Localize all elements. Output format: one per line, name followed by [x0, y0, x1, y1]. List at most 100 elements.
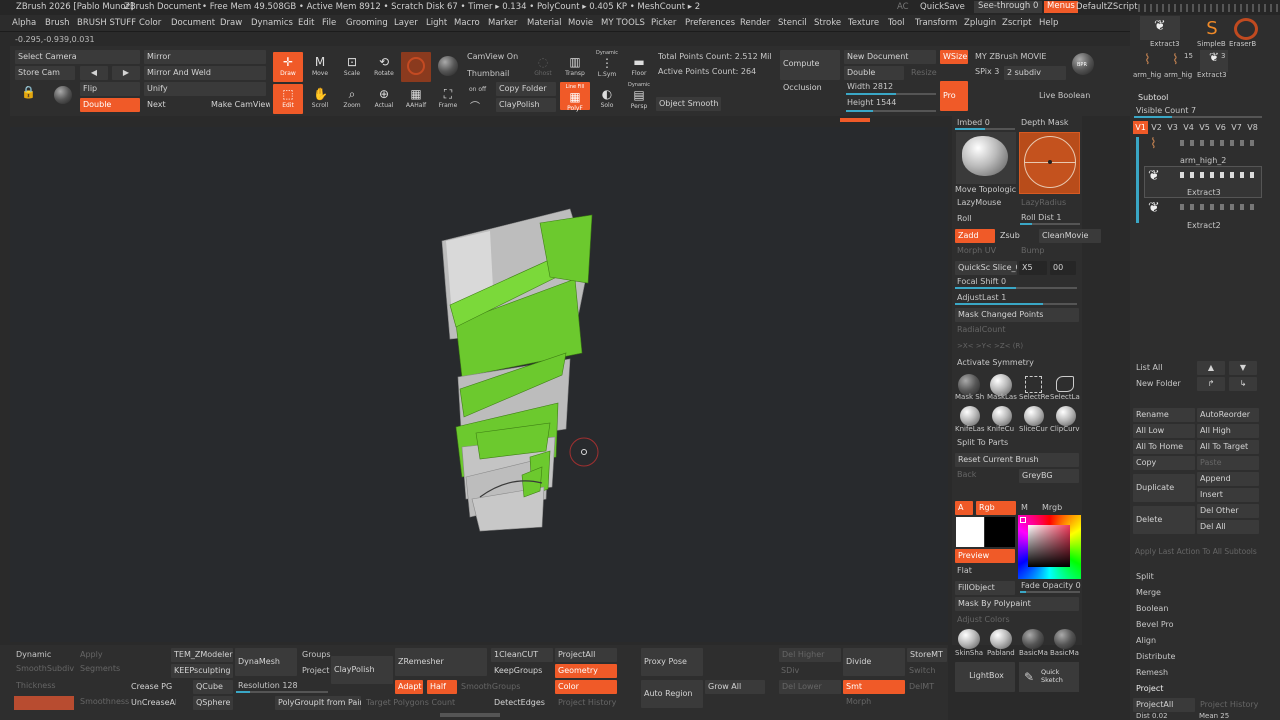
color-picker-square[interactable]: [1028, 525, 1070, 567]
menu-alpha[interactable]: Alpha: [12, 18, 36, 28]
split-section[interactable]: Split: [1136, 572, 1154, 581]
arm-high-icon[interactable]: ⌇: [1144, 52, 1151, 68]
focal-shift-slider-bar[interactable]: [955, 287, 1077, 289]
new-document-button[interactable]: New Document: [844, 50, 936, 64]
del-higher-button[interactable]: Del Higher: [779, 648, 841, 662]
subtool-header[interactable]: Subtool: [1138, 93, 1168, 102]
subtool-scrollbar[interactable]: [1136, 137, 1139, 223]
projectall-button[interactable]: ProjectAll: [1133, 698, 1195, 712]
solo-tool[interactable]: ◐ Solo: [592, 84, 622, 114]
claypolish-button[interactable]: ClayPolish: [496, 98, 556, 112]
alpha-thumbnail[interactable]: [1019, 132, 1080, 194]
lazyradius-slider[interactable]: LazyRadius: [1021, 198, 1066, 207]
camview-on-label[interactable]: CamView On: [467, 52, 518, 61]
project-section[interactable]: Project: [1136, 684, 1163, 693]
menu-brush[interactable]: Brush: [45, 18, 70, 28]
occlusion-button[interactable]: Occlusion: [780, 81, 840, 95]
list-all-button[interactable]: List All: [1136, 363, 1162, 372]
cleanmovie-button[interactable]: CleanMovie: [1039, 229, 1101, 243]
grow-all-button[interactable]: Grow All: [705, 680, 765, 694]
adjustlast-slider-bar[interactable]: [955, 303, 1077, 305]
remesh-section[interactable]: Remesh: [1136, 668, 1168, 677]
default-zscript[interactable]: DefaultZScript: [1076, 2, 1138, 12]
claypolish-bottom-button[interactable]: ClayPolish: [331, 656, 393, 684]
mask-by-polypaint-button[interactable]: Mask By Polypaint: [955, 597, 1079, 611]
version-tab-v5[interactable]: V5: [1197, 121, 1212, 134]
version-tab-v7[interactable]: V7: [1229, 121, 1244, 134]
preview-button[interactable]: Preview: [955, 549, 1015, 563]
prev-camera-button[interactable]: ◀: [80, 66, 108, 80]
menu-document[interactable]: Document: [171, 18, 215, 28]
arm-high2-icon[interactable]: ⌇: [1172, 52, 1179, 68]
move-tool[interactable]: M Move: [305, 52, 335, 82]
unify-button[interactable]: Unify: [144, 82, 266, 96]
mrgb-toggle[interactable]: Mrgb: [1042, 503, 1062, 512]
eraserbrush-icon[interactable]: [1234, 18, 1258, 40]
delete-button[interactable]: Delete: [1133, 506, 1195, 534]
quick-sketch-button[interactable]: ✎ Quick Sketch: [1019, 662, 1079, 692]
adjustlast-slider[interactable]: AdjustLast 1: [957, 293, 1006, 302]
move-down-arrow-icon[interactable]: ▼: [1229, 361, 1257, 375]
bump-slider[interactable]: Bump: [1021, 246, 1044, 255]
fade-opacity-slider-bar[interactable]: [1020, 591, 1080, 593]
menu-edit[interactable]: Edit: [298, 18, 314, 28]
imbed-slider[interactable]: Imbed 0: [957, 118, 990, 127]
dynamic-label[interactable]: Dynamic: [16, 650, 51, 659]
morph-uv-button[interactable]: Morph UV: [957, 246, 996, 255]
mesh-canvas[interactable]: [10, 127, 948, 642]
visible-count-slider-bar[interactable]: [1134, 116, 1262, 118]
aahalf-tool[interactable]: ▦ AAHalf: [401, 84, 431, 114]
menu-movie[interactable]: Movie: [568, 18, 593, 28]
uncreaseall-button[interactable]: UnCreaseAll: [128, 696, 176, 710]
copy-button[interactable]: Copy: [1133, 456, 1195, 470]
adjust-colors-button[interactable]: Adjust Colors: [957, 615, 1010, 624]
material-pabland-icon[interactable]: [990, 629, 1012, 649]
auto-region-button[interactable]: Auto Region: [641, 680, 703, 708]
insert-button[interactable]: Insert: [1197, 488, 1259, 502]
edit-tool[interactable]: ⬚ Edit: [273, 84, 303, 114]
next-button[interactable]: Next: [144, 98, 204, 112]
width-slider-label[interactable]: Width 2812: [847, 82, 893, 91]
boolean-section[interactable]: Boolean: [1136, 604, 1168, 613]
delmt-button[interactable]: DelMT: [909, 682, 934, 691]
menu-my-tools[interactable]: MY TOOLS: [601, 18, 645, 28]
dist-slider[interactable]: Dist 0.02: [1136, 712, 1168, 720]
menu-render[interactable]: Render: [740, 18, 770, 28]
append-button[interactable]: Append: [1197, 472, 1259, 486]
double-doc-button[interactable]: Double: [844, 66, 904, 80]
bevel-pro-section[interactable]: Bevel Pro: [1136, 620, 1174, 629]
color-toggle[interactable]: Color: [555, 680, 617, 694]
segments-slider[interactable]: Segments: [80, 664, 120, 673]
menu-light[interactable]: Light: [426, 18, 447, 28]
draw-tool[interactable]: ✛ Draw: [273, 52, 303, 82]
lightbox-button[interactable]: LightBox: [955, 662, 1015, 692]
all-low-button[interactable]: All Low: [1133, 424, 1195, 438]
roll-dist-slider[interactable]: Roll Dist 1: [1021, 213, 1061, 222]
visibility-toggles-row0[interactable]: [1180, 140, 1260, 146]
object-smooth-button[interactable]: Object Smooth: [656, 97, 721, 111]
quicksave-slice-button[interactable]: QuickSc Slice_Cu: [955, 261, 1017, 275]
visibility-toggles-row1[interactable]: [1180, 172, 1260, 178]
menus-toggle[interactable]: Menus: [1044, 1, 1078, 13]
menu-material[interactable]: Material: [527, 18, 562, 28]
thickness-slider[interactable]: Thickness: [16, 681, 56, 690]
project-toggle[interactable]: Project: [302, 666, 329, 675]
double-button[interactable]: Double: [80, 98, 140, 112]
del-all-button[interactable]: Del All: [1197, 520, 1259, 534]
mean-slider[interactable]: Mean 25: [1199, 712, 1229, 720]
wsize-button[interactable]: WSize: [940, 50, 968, 64]
selectlasso-brush-icon[interactable]: [1056, 376, 1074, 392]
scroll-tool[interactable]: ✋ Scroll: [305, 84, 335, 114]
menu-transform[interactable]: Transform: [915, 18, 957, 28]
compute-button[interactable]: Compute: [780, 50, 840, 80]
roll-toggle[interactable]: Roll: [957, 214, 972, 223]
version-tab-v2[interactable]: V2: [1149, 121, 1164, 134]
move-folder-down-icon[interactable]: ↳: [1229, 377, 1257, 391]
all-high-button[interactable]: All High: [1197, 424, 1259, 438]
fillobject-button[interactable]: FillObject: [955, 581, 1015, 595]
keepsculpting-button[interactable]: KEEPsculpting: [171, 664, 233, 678]
divide-button[interactable]: Divide: [843, 648, 905, 676]
simplebrush-icon[interactable]: S: [1200, 18, 1224, 40]
lsym-tool[interactable]: Dynamic ⋮ L.Sym: [592, 48, 622, 78]
menu-texture[interactable]: Texture: [848, 18, 879, 28]
